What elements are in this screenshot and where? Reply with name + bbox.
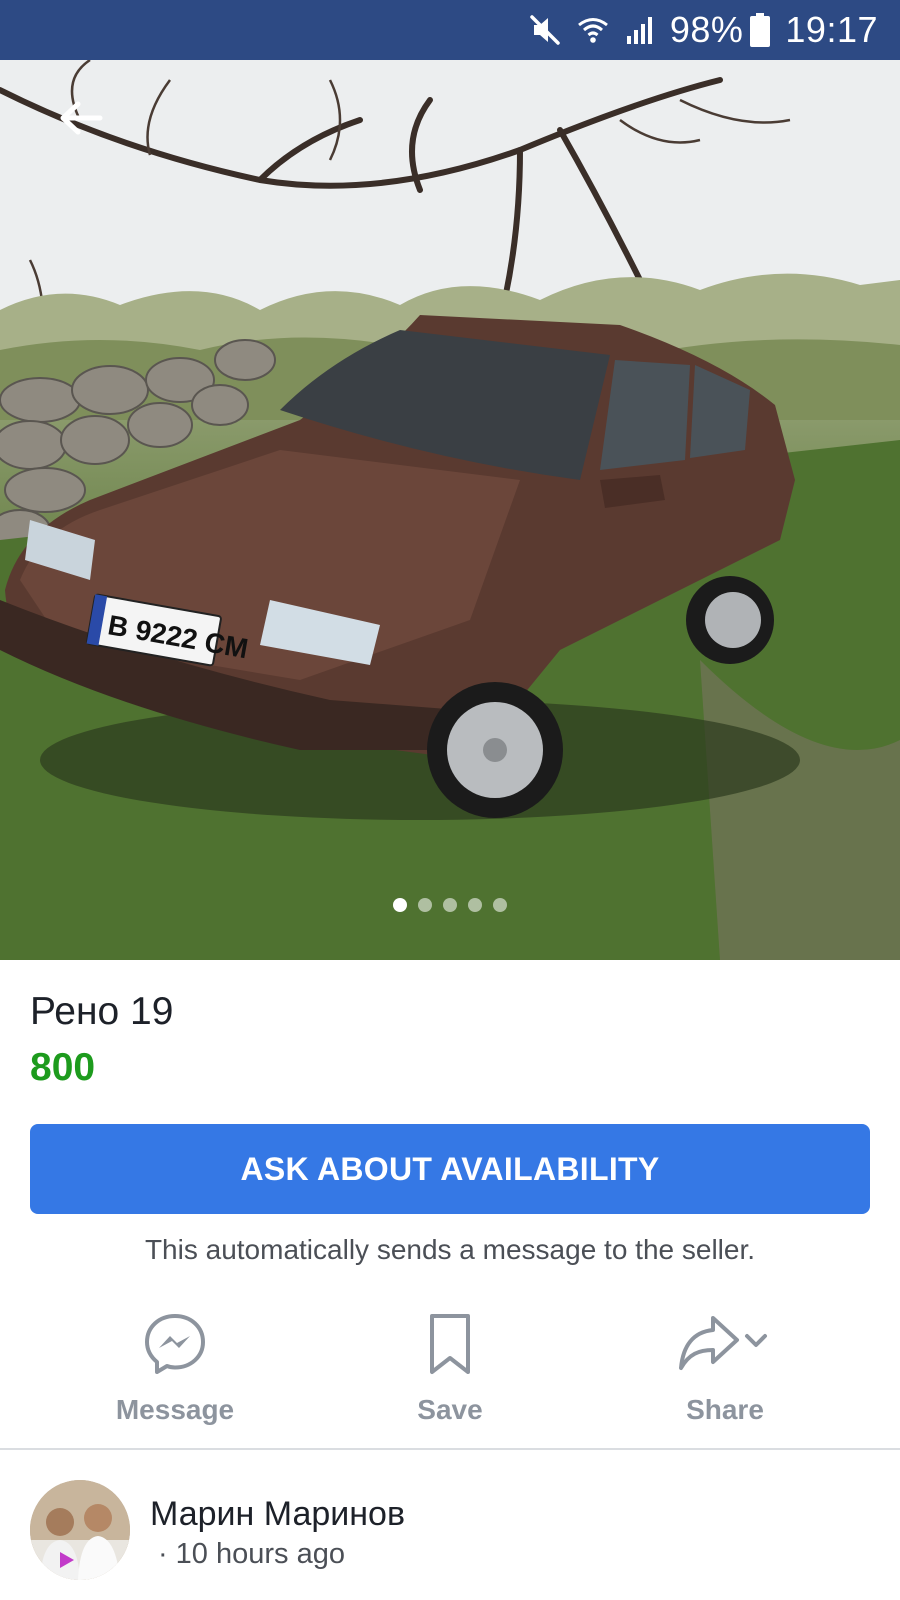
bookmark-icon [428,1310,472,1378]
message-button[interactable]: Message [65,1310,285,1430]
wifi-icon [576,13,610,47]
battery-icon [749,12,771,48]
carousel-dot[interactable] [393,898,407,912]
listing-title: Рено 19 [30,990,174,1033]
save-label: Save [417,1394,483,1425]
divider [0,1448,900,1450]
share-button[interactable]: Share [615,1310,835,1430]
share-label: Share [686,1394,764,1425]
timestamp-separator: · [158,1538,168,1570]
listing-photo[interactable]: B 9222 CM [0,60,900,960]
carousel-dot[interactable] [443,898,457,912]
seller-name[interactable]: Марин Маринов [150,1495,405,1534]
messenger-icon [143,1310,207,1378]
back-arrow-icon[interactable] [58,100,104,136]
carousel-dot[interactable] [468,898,482,912]
carousel-dot[interactable] [493,898,507,912]
message-label: Message [115,1394,235,1425]
battery-percent: 98% [669,9,744,50]
signal-icon [624,14,656,46]
action-row: Message Save Share [0,1310,900,1430]
mute-icon [528,13,562,47]
car-photo-illustration: B 9222 CM [0,60,900,960]
clock: 19:17 [785,9,878,50]
timestamp-text: 10 hours ago [175,1538,345,1570]
seller-avatar[interactable] [30,1480,130,1580]
status-bar: 98% 19:17 [0,0,900,60]
carousel-dot[interactable] [418,898,432,912]
carousel-indicator [0,898,900,912]
share-icon [677,1310,773,1378]
ask-availability-button[interactable]: ASK ABOUT AVAILABILITY [30,1124,870,1214]
save-button[interactable]: Save [340,1310,560,1430]
listing-timestamp: · 10 hours ago [158,1538,345,1571]
cta-note: This automatically sends a message to th… [144,1234,756,1265]
listing-price: 800 [30,1046,96,1089]
